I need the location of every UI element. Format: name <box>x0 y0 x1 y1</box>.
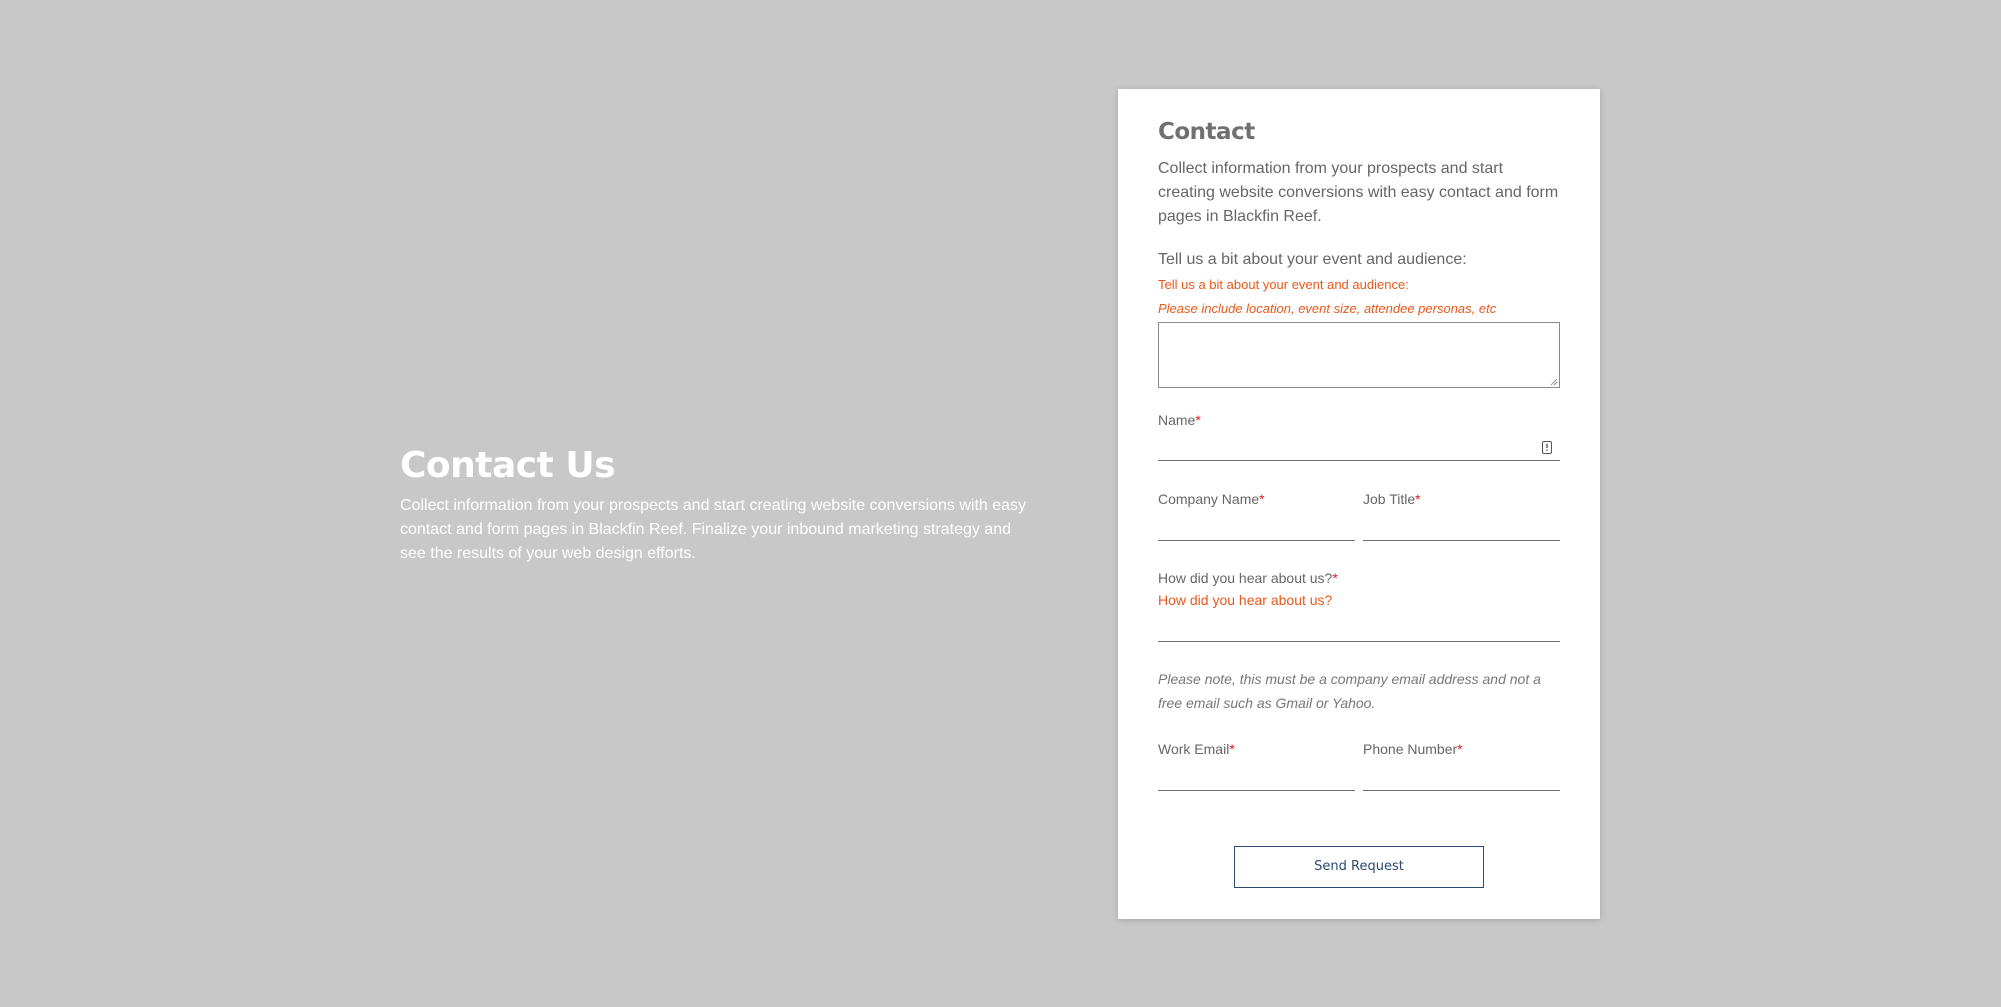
page: Contact Us Collect information from your… <box>0 0 2001 1007</box>
form-title: Contact <box>1158 119 1255 145</box>
job-title-input[interactable] <box>1363 491 1560 541</box>
hero-section: Contact Us Collect information from your… <box>400 444 1040 566</box>
work-email-input[interactable] <box>1158 741 1355 791</box>
contact-card-icon[interactable] <box>1542 441 1552 454</box>
required-mark: * <box>1332 570 1338 586</box>
hero-description: Collect information from your prospects … <box>400 497 1027 562</box>
hear-about-label: How did you hear about us?* <box>1158 570 1338 586</box>
event-help-text: Tell us a bit about your event and audie… <box>1158 277 1409 292</box>
event-textarea[interactable] <box>1158 322 1560 388</box>
hear-about-input[interactable] <box>1158 589 1560 642</box>
phone-number-input[interactable] <box>1363 741 1560 791</box>
send-request-button[interactable]: Send Request <box>1234 846 1484 888</box>
event-field-label: Tell us a bit about your event and audie… <box>1158 251 1467 268</box>
hear-about-label-text: How did you hear about us? <box>1158 570 1333 586</box>
resize-grip-icon[interactable] <box>1550 378 1558 386</box>
email-note: Please note, this must be a company emai… <box>1158 671 1541 711</box>
form-intro: Collect information from your prospects … <box>1158 160 1559 225</box>
hero-title: Contact Us <box>400 445 616 486</box>
event-help-hint: Please include location, event size, att… <box>1158 301 1497 316</box>
company-name-input[interactable] <box>1158 491 1355 541</box>
name-input[interactable] <box>1158 411 1560 461</box>
contact-form-card: Contact Collect information from your pr… <box>1118 89 1600 919</box>
